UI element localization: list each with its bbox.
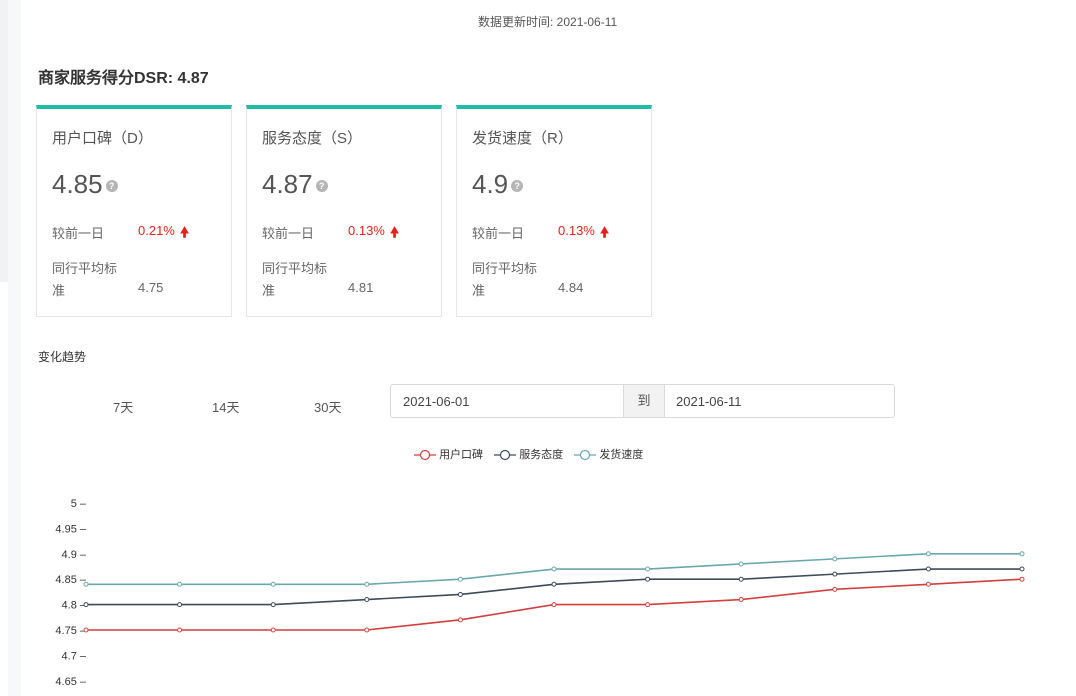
y-tick-label: 4.75 – — [55, 625, 86, 637]
card-score: 4.87? — [262, 169, 328, 200]
arrow-up-icon: 🠝 — [390, 224, 400, 240]
data-point-1-4[interactable] — [457, 591, 463, 597]
avg-value: 4.75 — [138, 280, 164, 295]
date-to-input[interactable]: 2021-06-11 — [676, 394, 742, 409]
card-title: 用户口碑（D） — [52, 130, 153, 147]
data-point-2-5[interactable] — [551, 566, 557, 572]
arrow-up-icon: 🠝 — [600, 224, 610, 240]
series-line-0 — [86, 578, 1023, 631]
avg-label: 同行平均标 — [52, 261, 118, 276]
legend-marker-icon — [414, 449, 436, 461]
score-card-d: 用户口碑（D） 4.85? 较前一日 0.21% 🠝 同行平均标 准 4.75 — [36, 105, 232, 317]
legend-item-s[interactable]: 服务态度 — [494, 446, 563, 462]
data-point-1-0[interactable] — [83, 602, 89, 608]
date-separator: 到 — [623, 385, 665, 417]
avg-label: 同行平均标 — [262, 261, 328, 276]
data-point-1-9[interactable] — [925, 566, 931, 572]
data-point-2-7[interactable] — [738, 561, 744, 567]
compare-value: 0.21% — [138, 223, 175, 238]
card-score: 4.9? — [472, 169, 524, 200]
data-point-2-0[interactable] — [83, 581, 89, 587]
data-point-1-10[interactable] — [1019, 566, 1025, 572]
data-point-2-1[interactable] — [177, 581, 183, 587]
data-point-2-9[interactable] — [925, 551, 931, 557]
trend-title: 变化趋势 — [38, 350, 87, 364]
avg-label-cont: 准 — [52, 283, 66, 298]
y-tick-label: 4.8 – — [62, 600, 87, 612]
data-point-0-10[interactable] — [1019, 576, 1025, 582]
y-tick-label: 4.7 – — [62, 650, 87, 662]
arrow-up-icon: 🠝 — [180, 224, 190, 240]
range-30-days-button[interactable]: 30天 — [314, 397, 341, 416]
y-tick-label: 4.85 – — [55, 574, 86, 586]
score-card-r: 发货速度（R） 4.9? 较前一日 0.13% 🠝 同行平均标 准 4.84 — [456, 105, 652, 317]
avg-label-cont: 准 — [262, 283, 276, 298]
data-point-2-10[interactable] — [1019, 551, 1025, 557]
legend-label: 发货速度 — [599, 449, 644, 461]
data-point-1-2[interactable] — [270, 602, 276, 608]
series-line-2 — [86, 552, 1022, 586]
data-point-0-3[interactable] — [364, 627, 370, 633]
data-point-0-5[interactable] — [551, 602, 557, 608]
data-point-2-2[interactable] — [270, 581, 276, 587]
chart-legend: 用户口碑 服务态度 发货速度 — [414, 446, 651, 462]
compare-value: 0.13% — [348, 223, 385, 238]
left-panel-scroll-area — [8, 0, 21, 696]
data-point-0-7[interactable] — [738, 597, 744, 603]
data-point-0-4[interactable] — [457, 617, 463, 623]
data-point-2-8[interactable] — [832, 556, 838, 562]
data-point-0-6[interactable] — [645, 602, 651, 608]
help-icon[interactable]: ? — [315, 180, 328, 193]
help-icon[interactable]: ? — [511, 180, 524, 193]
data-point-1-1[interactable] — [177, 602, 183, 608]
y-tick-label: 4.65 – — [55, 676, 86, 688]
avg-label: 同行平均标 — [472, 261, 538, 276]
legend-marker-icon — [494, 449, 517, 461]
data-point-1-7[interactable] — [738, 576, 744, 582]
legend-label: 用户口碑 — [439, 449, 484, 461]
y-tick-label: 4.9 – — [62, 549, 87, 561]
avg-value: 4.84 — [558, 280, 584, 295]
legend-marker-icon — [574, 449, 597, 461]
compare-label: 较前一日 — [52, 226, 105, 241]
data-point-1-8[interactable] — [832, 571, 838, 577]
series-line-1 — [86, 568, 1022, 606]
legend-item-r[interactable]: 发货速度 — [574, 446, 643, 462]
compare-value: 0.13% — [558, 223, 595, 238]
y-tick-label: 4.95 – — [55, 523, 86, 535]
compare-label: 较前一日 — [262, 226, 315, 241]
range-14-days-button[interactable]: 14天 — [212, 397, 239, 416]
legend-label: 服务态度 — [519, 449, 564, 461]
data-point-0-8[interactable] — [832, 586, 838, 592]
update-time: 数据更新时间: 2021-06-11 — [478, 15, 618, 29]
date-range-picker[interactable]: 2021-06-01 到 2021-06-11 — [390, 384, 895, 418]
range-7-days-button[interactable]: 7天 — [113, 397, 133, 416]
left-panel-edge — [0, 0, 8, 282]
data-point-2-6[interactable] — [645, 566, 651, 572]
data-point-1-5[interactable] — [551, 581, 557, 587]
data-point-0-1[interactable] — [177, 627, 183, 633]
avg-label-cont: 准 — [472, 283, 486, 298]
data-point-1-6[interactable] — [645, 576, 651, 582]
data-point-1-3[interactable] — [364, 597, 370, 603]
dsr-title: 商家服务得分DSR: 4.87 — [38, 70, 209, 87]
help-icon[interactable]: ? — [105, 180, 118, 193]
data-point-2-3[interactable] — [364, 581, 370, 587]
card-title: 服务态度（S） — [262, 130, 363, 147]
date-from-input[interactable]: 2021-06-01 — [403, 394, 470, 409]
card-score: 4.85? — [52, 169, 118, 200]
compare-label: 较前一日 — [472, 226, 525, 241]
card-title: 发货速度（R） — [472, 130, 573, 147]
data-point-2-4[interactable] — [457, 576, 463, 582]
data-point-0-2[interactable] — [270, 627, 276, 633]
y-tick-label: 5 – — [71, 498, 87, 510]
data-point-0-0[interactable] — [83, 627, 89, 633]
legend-item-d[interactable]: 用户口碑 — [414, 446, 483, 462]
data-point-0-9[interactable] — [925, 581, 931, 587]
avg-value: 4.81 — [348, 280, 374, 295]
score-card-s: 服务态度（S） 4.87? 较前一日 0.13% 🠝 同行平均标 准 4.81 — [246, 105, 442, 317]
